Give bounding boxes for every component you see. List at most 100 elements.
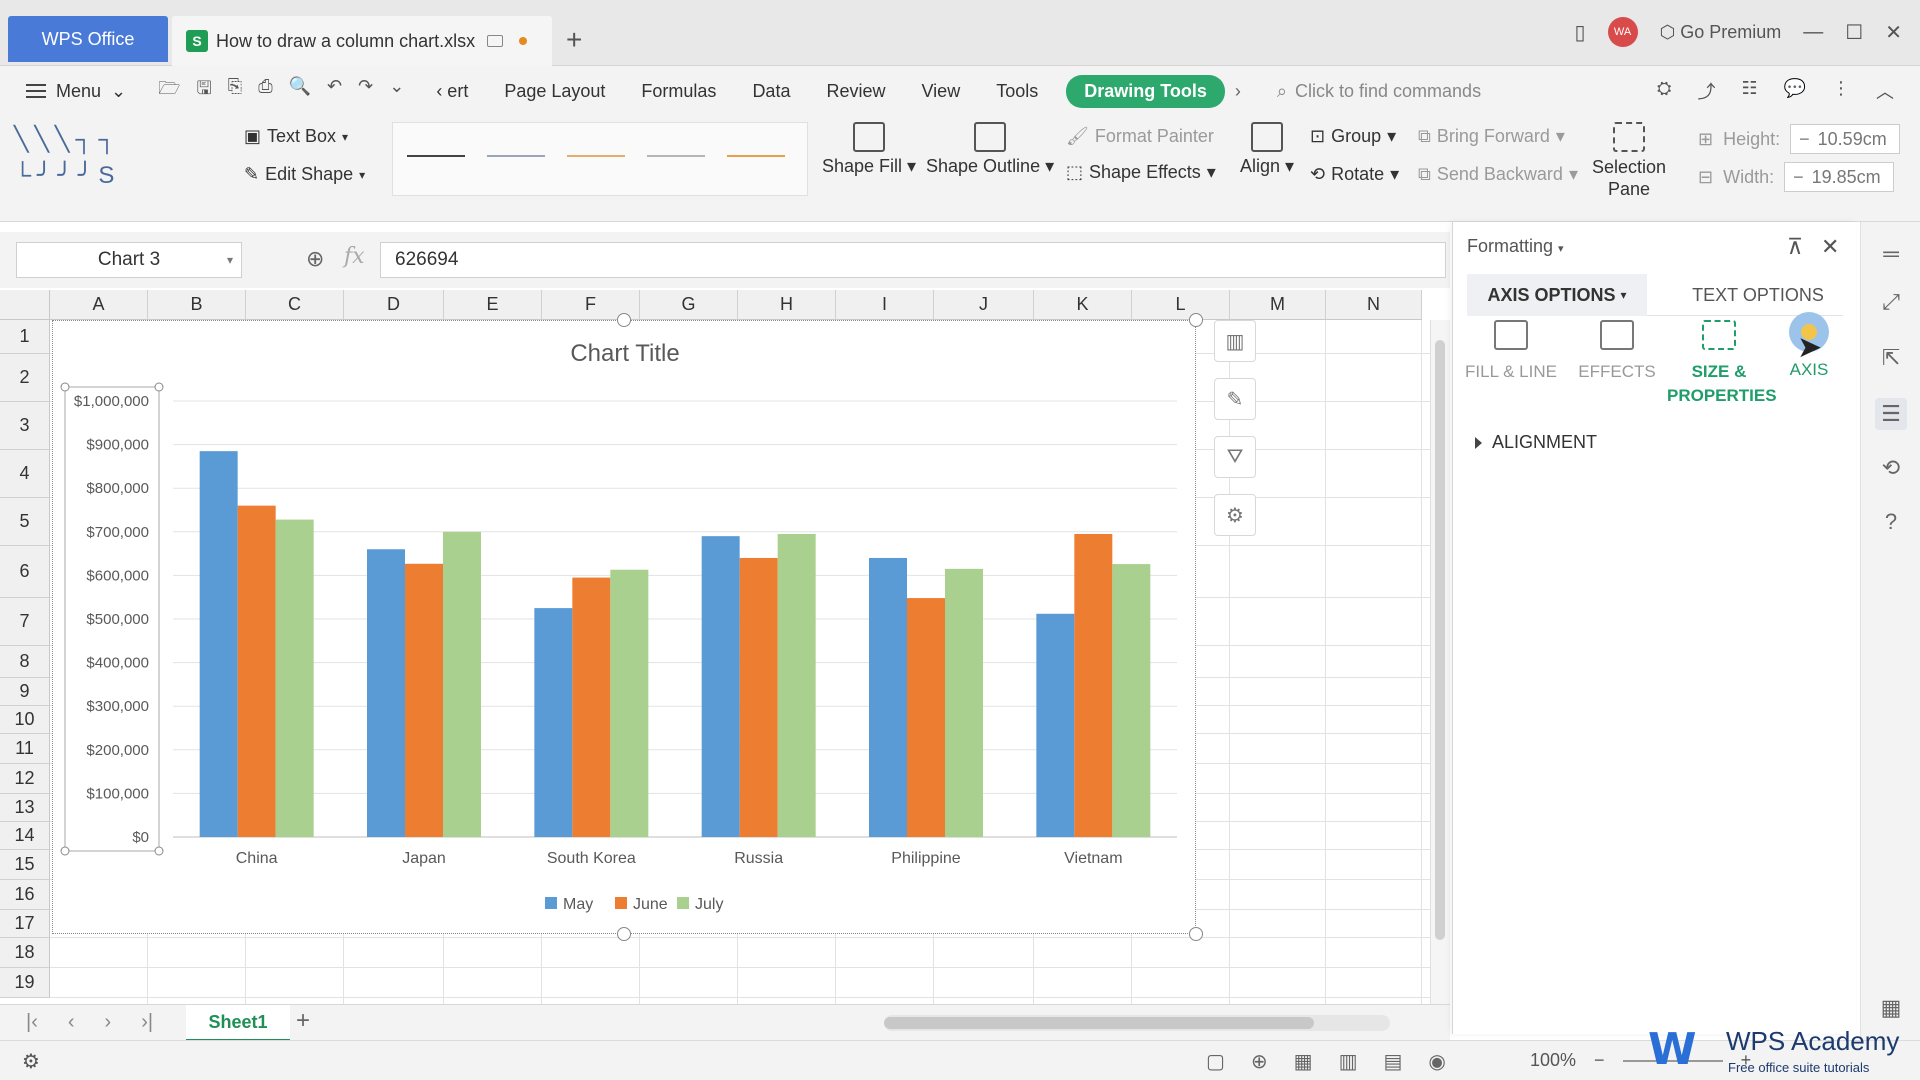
shape-fill-button[interactable]: Shape Fill ▾ [822, 122, 916, 177]
page-icon[interactable]: ▢ [1206, 1049, 1225, 1074]
share-icon[interactable]: ⤴ [1697, 78, 1715, 104]
row-header[interactable]: 16 [0, 880, 50, 910]
select-all-corner[interactable] [0, 290, 50, 320]
row-header[interactable]: 11 [0, 734, 50, 764]
avatar[interactable]: WA [1607, 17, 1638, 47]
next-sheet-icon[interactable]: › [105, 1011, 112, 1034]
line-style-2[interactable] [487, 155, 545, 157]
row-header[interactable]: 1 [0, 320, 50, 354]
formula-input[interactable]: 626694 [380, 242, 1446, 278]
row-header[interactable]: 6 [0, 546, 50, 598]
redo-icon[interactable]: ↷ [358, 76, 373, 106]
new-tab-button[interactable]: + [566, 24, 582, 56]
export-icon[interactable]: ⎘ [228, 76, 242, 106]
row-header[interactable]: 13 [0, 794, 50, 822]
axis-handle[interactable] [60, 382, 70, 392]
go-premium-button[interactable]: ⬡ Go Premium [1660, 22, 1782, 43]
column-header[interactable]: D [344, 290, 444, 320]
axis-handle[interactable] [60, 846, 70, 856]
page-break-view-icon[interactable]: ▥ [1339, 1049, 1358, 1074]
bar-july[interactable] [777, 533, 816, 837]
tab-text-options[interactable]: TEXT OPTIONS [1673, 274, 1843, 316]
resize-handle-bottom[interactable] [617, 927, 631, 941]
line-style-gallery[interactable] [392, 122, 808, 196]
edit-shape-button[interactable]: ✎ Edit Shape ▾ [244, 164, 365, 185]
macro-icon[interactable]: ⚙ [22, 1049, 40, 1074]
row-header[interactable]: 19 [0, 968, 50, 998]
column-header[interactable]: J [934, 290, 1034, 320]
bring-forward-button[interactable]: ⧉ Bring Forward ▾ [1418, 126, 1565, 147]
column-header[interactable]: K [1034, 290, 1132, 320]
send-backward-button[interactable]: ⧉ Send Backward ▾ [1418, 164, 1578, 185]
help-icon[interactable]: ? [1875, 506, 1907, 538]
save-icon[interactable]: 🖫 [196, 76, 211, 106]
row-header[interactable]: 8 [0, 646, 50, 678]
apps-grid-icon[interactable]: ▦ [1875, 992, 1907, 1024]
chart-filter-icon[interactable]: ⛛ [1214, 436, 1256, 478]
column-header[interactable]: B [148, 290, 246, 320]
chart-title[interactable]: Chart Title [570, 340, 679, 367]
tab-formulas[interactable]: Formulas [623, 81, 734, 102]
row-header[interactable]: 4 [0, 450, 50, 498]
tab-page-layout[interactable]: Page Layout [486, 81, 623, 102]
chevron-right-icon[interactable]: › [1235, 81, 1241, 102]
window-layout-icon[interactable]: ▯ [1575, 20, 1586, 45]
collapse-rail-icon[interactable]: ═ [1875, 238, 1907, 270]
bar-june[interactable] [739, 557, 778, 837]
bar-june[interactable] [907, 598, 945, 837]
line-style-1[interactable] [407, 155, 465, 157]
bar-june[interactable] [572, 577, 611, 837]
tab-data[interactable]: Data [734, 81, 808, 102]
bar-may[interactable] [869, 557, 907, 837]
row-header[interactable]: 10 [0, 706, 50, 734]
column-header[interactable]: C [246, 290, 344, 320]
column-chart[interactable]: $0 $100,000 $200,000 $300,000 $400,000 $500,0… [52, 313, 1203, 941]
collapse-ribbon-icon[interactable]: ︿ [1876, 78, 1894, 104]
bar-july[interactable] [945, 568, 983, 837]
axis-handle[interactable] [154, 382, 164, 392]
bar-may[interactable] [199, 451, 238, 837]
maximize-button[interactable]: ☐ [1845, 20, 1863, 45]
group-button[interactable]: ⊡ Group ▾ [1310, 126, 1396, 147]
fill-line-category[interactable]: FILL & LINE [1459, 320, 1563, 384]
tab-tools[interactable]: Tools [978, 81, 1056, 102]
tab-review[interactable]: Review [808, 81, 903, 102]
add-sheet-button[interactable]: + [296, 1007, 310, 1035]
row-header[interactable]: 9 [0, 678, 50, 706]
column-header[interactable]: E [444, 290, 542, 320]
format-icon[interactable]: ⤢ [1875, 286, 1907, 318]
row-header[interactable]: 18 [0, 938, 50, 968]
bar-may[interactable] [367, 549, 405, 837]
comment-icon[interactable]: 💬 [1784, 78, 1806, 104]
row-header[interactable]: 14 [0, 822, 50, 850]
row-header[interactable]: 2 [0, 354, 50, 402]
resize-handle-top-right[interactable] [1189, 313, 1203, 327]
eye-protection-icon[interactable]: ◉ [1428, 1049, 1445, 1074]
properties-sliders-icon[interactable]: ☰ [1875, 398, 1907, 430]
scroll-thumb[interactable] [884, 1017, 1314, 1029]
undo-icon[interactable]: ↶ [327, 76, 342, 106]
horizontal-scrollbar[interactable] [884, 1015, 1390, 1031]
main-menu-button[interactable]: Menu ⌄ [0, 81, 144, 102]
chart-elements-icon[interactable]: ▥ [1214, 320, 1256, 362]
rotate-button[interactable]: ⟲ Rotate ▾ [1310, 164, 1399, 185]
scroll-thumb[interactable] [1435, 340, 1445, 940]
vertical-scrollbar[interactable] [1430, 320, 1450, 1008]
column-header[interactable]: L [1132, 290, 1230, 320]
bar-may[interactable] [534, 608, 573, 837]
select-cursor-icon[interactable]: ⇱ [1875, 342, 1907, 374]
format-painter-button[interactable]: 🖌 Format Painter [1066, 126, 1214, 147]
more-tools-icon[interactable]: ☷ [1741, 78, 1757, 104]
bar-june[interactable] [237, 505, 276, 837]
customize-icon[interactable]: ⌄ [389, 76, 404, 106]
text-box-button[interactable]: ▣ Text Box ▾ [244, 126, 348, 147]
bar-june[interactable] [1074, 533, 1113, 837]
fx-icon[interactable]: fx [344, 244, 365, 269]
share-user-icon[interactable]: ⛭ [1657, 78, 1671, 104]
line-style-4[interactable] [647, 155, 705, 157]
resize-handle-top[interactable] [617, 313, 631, 327]
resize-handle-bottom-right[interactable] [1189, 927, 1203, 941]
bar-may[interactable] [701, 536, 740, 837]
panel-title[interactable]: Formatting ▾ [1467, 236, 1564, 257]
name-box[interactable]: Chart 3 ▾ [16, 242, 242, 278]
